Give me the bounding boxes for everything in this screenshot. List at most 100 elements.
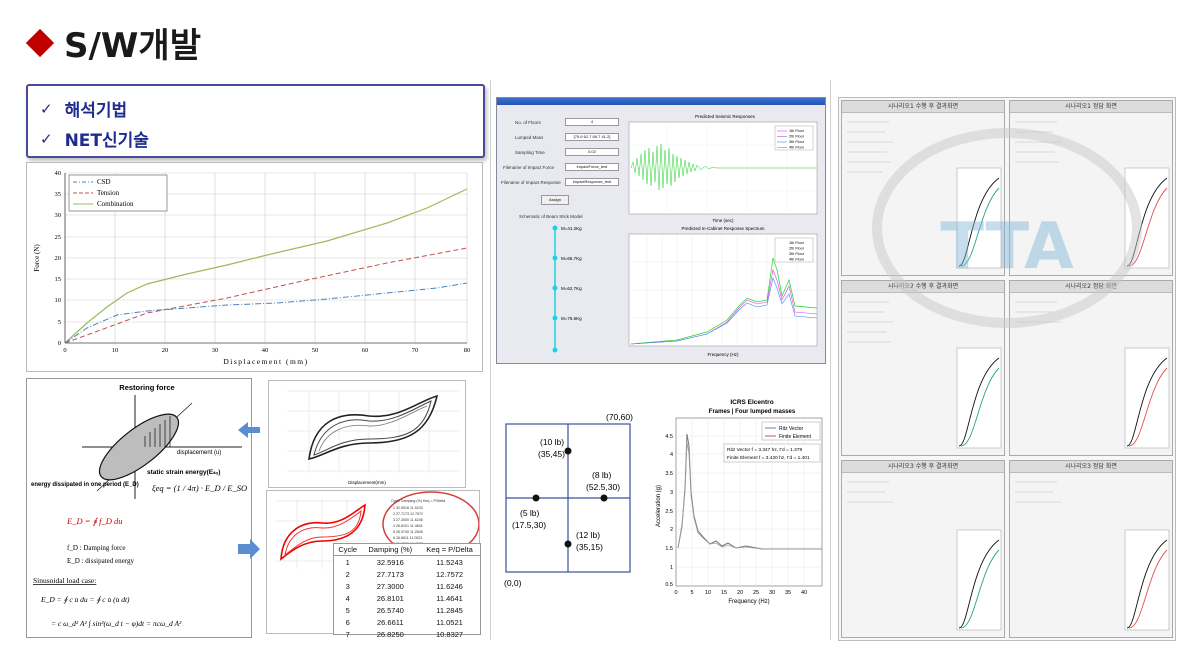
lumped-mass-input[interactable]: [75.6 62.7 66.7 41.2] [565, 133, 619, 141]
y-tick: 3.5 [665, 471, 673, 477]
report-graphics: TTA [847, 121, 1170, 631]
legend-floor: 3th Floor [789, 140, 805, 144]
y-tick: 2 [670, 527, 673, 533]
y-axis-label: Force (N) [33, 244, 41, 272]
combination-curve [64, 188, 468, 344]
icrs-xlabel: Frequency (Hz) [728, 599, 769, 605]
technique-label: 해석기법 [64, 101, 128, 121]
cycle-table: Cycle Damping (%) Keq = P/Delta 1 32.5916… [333, 543, 481, 639]
mass-weight: (8 lb) [592, 470, 612, 480]
tension-curve [64, 247, 468, 344]
arrow-left-icon [238, 422, 260, 438]
mass-weight: (12 lb) [576, 530, 600, 540]
force-displacement-chart: CSD Tension Combination 0 10 20 30 40 50… [26, 162, 483, 372]
table-row: 2 27.7173 12.7572 [345, 569, 464, 579]
impact-response-input[interactable]: impactResponse_test [565, 178, 619, 186]
x-tick: 40 [801, 590, 807, 596]
corner-top-label: (70,60) [606, 412, 633, 422]
table-row: 5 26.5740 11.2845 [345, 605, 463, 615]
equation-1: E_D = ∮ c u̇ du = ∮ c u̇ (u̇ dt) [40, 595, 130, 604]
mass-point [532, 494, 540, 502]
x-tick: 5 [690, 590, 693, 596]
x-tick: 10 [705, 590, 711, 596]
y-tick: 1 [670, 565, 673, 571]
arrow-right-icon [238, 539, 260, 559]
y-tick: 1.5 [665, 546, 673, 552]
diamond-bullet-icon [25, 28, 55, 57]
x-tick: 30 [212, 347, 219, 354]
icrs-ylabel: Acceleration (g) [656, 485, 662, 527]
sampling-time-input[interactable]: 0.02 [565, 148, 619, 156]
svg-text:4 26.8101 11.4641: 4 26.8101 11.4641 [393, 524, 423, 528]
ed-formula: E_D = ∮ f_D du [66, 516, 123, 526]
plot1-xlabel: Time (sec) [712, 218, 734, 223]
field-label: Filename of Impact Force [503, 165, 555, 170]
legend-floor: 4th Floor [789, 146, 805, 150]
impact-force-input[interactable]: impactForce_test [565, 163, 619, 171]
y-tick: 30 [55, 212, 62, 219]
sinusoidal-heading: Sinusoidal load case: [33, 576, 96, 585]
techniques-box: ✓ 해석기법 ✓ NET신기술 [26, 84, 485, 158]
y-tick: 40 [55, 170, 62, 177]
hysteresis-plot-top: Displacement(mm) [268, 380, 466, 488]
mass-coord: (52.5,30) [586, 482, 620, 492]
x-tick: 15 [721, 590, 727, 596]
checkmark-icon: ✓ [40, 129, 53, 148]
mass-layout-diagram: (70,60) (0,0) (10 lb) (35,45) (8 lb) (52… [500, 408, 650, 593]
icrs-note: Ritz Vector f = 3.347 hz, Γd = 1.379 [727, 447, 803, 453]
fd-description: f_D : Damping force [67, 544, 126, 552]
table-row: 1 32.5916 11.5243 [345, 557, 463, 567]
technique-item: ✓ 해석기법 [40, 96, 128, 122]
table-row: 6 26.6611 11.0521 [345, 617, 463, 627]
y-tick: 2.5 [665, 509, 673, 515]
x-tick: 20 [737, 590, 743, 596]
x-tick: 20 [162, 347, 169, 354]
software-window: No. of Floors 4 Lumped Mass [75.6 62.7 6… [496, 97, 826, 364]
plot2-xlabel: Frequency (Hz) [707, 352, 739, 357]
svg-text:6 26.6611 11.0521: 6 26.6611 11.0521 [393, 536, 422, 540]
tta-watermark: TTA [940, 210, 1074, 284]
origin-label: (0,0) [504, 578, 522, 588]
ed-description: E_D : dissipated energy [67, 557, 134, 565]
floors-input[interactable]: 4 [565, 118, 619, 126]
assign-button[interactable]: Assign [541, 195, 569, 205]
restoring-force-label: Restoring force [119, 383, 174, 392]
column-divider [490, 80, 491, 640]
table-row: 7 26.8250 10.8327 [345, 629, 464, 639]
table-row: 4 26.8101 11.4641 [345, 593, 463, 603]
cycle-table-grid: Cycle Damping (%) Keq = P/Delta 1 32.5916… [334, 544, 480, 640]
svg-text:Displacement(mm): Displacement(mm) [348, 480, 386, 485]
xi-formula: ξeq = (1 / 4π) · E_D / E_SO [152, 483, 247, 493]
x-tick: 30 [769, 590, 775, 596]
x-tick: 50 [312, 347, 319, 354]
mass-label: M=75.6Kg [561, 316, 582, 321]
page-title-text: S/W개발 [64, 26, 201, 66]
mass-weight: (5 lb) [520, 508, 540, 518]
y-tick: 3 [670, 490, 673, 496]
technique-label: NET신기술 [64, 131, 149, 151]
icrs-chart: ICRS Elcentro Frames | Four lumped masse… [652, 396, 827, 606]
y-tick: 4.5 [665, 434, 673, 440]
col-header-cycle: Cycle [334, 544, 362, 556]
icrs-subtitle: Frames | Four lumped masses [709, 409, 796, 415]
table-row: 3 27.3000 11.6246 [345, 581, 463, 591]
legend-combination: Combination [97, 200, 134, 208]
legend-tension: Tension [97, 189, 120, 197]
mass-point [600, 494, 608, 502]
csd-curve [64, 282, 468, 344]
mass-coord: (35,45) [538, 449, 565, 459]
field-label: No. of Floors [515, 120, 541, 125]
x-tick: 70 [412, 347, 419, 354]
mass-point [564, 447, 572, 455]
legend-floor: 1th Floor [789, 129, 805, 133]
mass-label: M=41.2Kg [561, 226, 582, 231]
y-tick: 0 [58, 340, 61, 347]
mass-label: M=66.7Kg [561, 256, 582, 261]
x-tick: 0 [674, 590, 677, 596]
mass-weight: (10 lb) [540, 437, 564, 447]
equation-2: = c ω_d² A² ∫ sin²(ω_d t − φ)dt = πcω_d … [51, 619, 182, 628]
y-tick: 4 [670, 452, 673, 458]
x-tick: 25 [753, 590, 759, 596]
svg-text:Cycle Damping (%) Keq = P/De: Cycle Damping (%) Keq = P/Delta [391, 499, 445, 503]
svg-text:3 27.3000 11.6246: 3 27.3000 11.6246 [393, 518, 423, 522]
